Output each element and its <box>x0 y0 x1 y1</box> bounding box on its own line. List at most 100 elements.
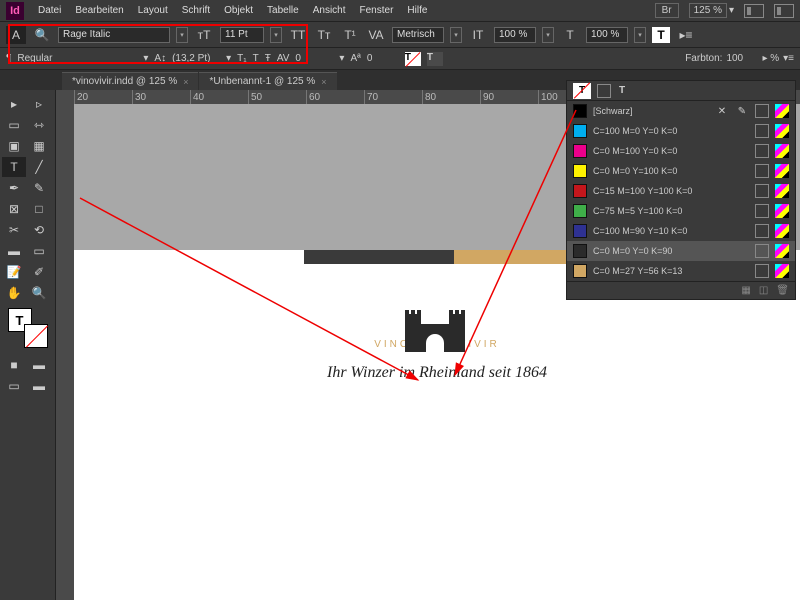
leading-field[interactable]: (13,2 Pt) <box>172 53 220 64</box>
menu-objekt[interactable]: Objekt <box>224 5 253 16</box>
swatch-row[interactable]: C=100 M=90 Y=10 K=0 <box>567 221 795 241</box>
line-tool[interactable]: ╱ <box>27 157 51 177</box>
document-tab[interactable]: *Unbenannt-1 @ 125 %× <box>199 72 336 90</box>
baseline-field[interactable]: 0 <box>367 53 399 64</box>
vertical-ruler[interactable] <box>56 104 74 600</box>
gradient-feather-tool[interactable]: ▭ <box>27 241 51 261</box>
tint-field[interactable]: 100 <box>726 53 758 64</box>
zoom-tool[interactable]: 🔍 <box>27 283 51 303</box>
document-page[interactable]: VINOVIVIR Ihr Winzer im Rheinland seit 1… <box>74 250 800 600</box>
apply-gradient-icon[interactable]: ▬ <box>27 355 51 375</box>
swatches-panel: T T [Schwarz]✕✎C=100 M=0 Y=0 K=0C=0 M=10… <box>566 80 796 300</box>
swatch-row[interactable]: C=0 M=27 Y=56 K=13 <box>567 261 795 281</box>
pen-tool[interactable]: ✒ <box>2 178 26 198</box>
gap-tool[interactable]: ⇿ <box>27 115 51 135</box>
swatch-row[interactable]: C=75 M=5 Y=100 K=0 <box>567 201 795 221</box>
rectangle-tool[interactable]: □ <box>27 199 51 219</box>
text-fill-icon[interactable]: T <box>573 83 591 99</box>
global-swatch-icon <box>755 224 769 238</box>
note-tool[interactable]: 📝 <box>2 262 26 282</box>
delete-swatch-icon[interactable]: 🗑 <box>776 285 789 296</box>
screen-mode-icon[interactable] <box>744 4 764 18</box>
free-transform-tool[interactable]: ⟲ <box>27 220 51 240</box>
menu-layout[interactable]: Layout <box>138 5 168 16</box>
superscript-icon[interactable]: T¹ <box>340 26 360 44</box>
swatch-chip <box>573 144 587 158</box>
arrange-documents-icon[interactable] <box>774 4 794 18</box>
hand-tool[interactable]: ✋ <box>2 283 26 303</box>
fill-stroke-swatches[interactable]: T <box>8 308 48 348</box>
menu-bearbeiten[interactable]: Bearbeiten <box>75 5 123 16</box>
content-placer-tool[interactable]: ▦ <box>27 136 51 156</box>
menu-datei[interactable]: Datei <box>38 5 61 16</box>
font-size-field[interactable]: 11 Pt <box>220 27 264 43</box>
menu-ansicht[interactable]: Ansicht <box>313 5 346 16</box>
menu-fenster[interactable]: Fenster <box>360 5 394 16</box>
page-tool[interactable]: ▭ <box>2 115 26 135</box>
ruler-tick: 80 <box>422 90 480 104</box>
cmyk-mode-icon <box>775 144 789 158</box>
swatch-row[interactable]: C=15 M=100 Y=100 K=0 <box>567 181 795 201</box>
document-tab[interactable]: *vinovivir.indd @ 125 %× <box>62 72 198 90</box>
selection-tool[interactable]: ▸ <box>2 94 26 114</box>
eyedropper-tool[interactable]: ✐ <box>27 262 51 282</box>
cmyk-mode-icon <box>775 244 789 258</box>
formatting-text-icon[interactable]: T <box>619 85 625 96</box>
menu-tabelle[interactable]: Tabelle <box>267 5 299 16</box>
font-style-field[interactable]: Regular <box>17 53 137 64</box>
ruler-origin[interactable] <box>56 90 74 104</box>
gradient-swatch-tool[interactable]: ▬ <box>2 241 26 261</box>
new-swatch-button-icon[interactable]: ◫ <box>759 285 768 296</box>
bridge-button[interactable]: Br <box>655 3 679 18</box>
global-swatch-icon <box>755 264 769 278</box>
close-icon[interactable]: × <box>183 77 188 87</box>
character-format-icon[interactable]: A <box>6 26 26 44</box>
swatch-row[interactable]: C=100 M=0 Y=0 K=0 <box>567 121 795 141</box>
panel-menu-icon[interactable]: ▾≡ <box>783 53 794 64</box>
search-font-icon[interactable]: 🔍 <box>32 26 52 44</box>
type-tool[interactable]: T <box>2 157 26 177</box>
preview-view-icon[interactable]: ▬ <box>27 376 51 396</box>
swatch-row[interactable]: C=0 M=0 Y=100 K=0 <box>567 161 795 181</box>
global-swatch-icon <box>755 184 769 198</box>
ruler-tick: 50 <box>248 90 306 104</box>
direct-selection-tool[interactable]: ▹ <box>27 94 51 114</box>
content-collector-tool[interactable]: ▣ <box>2 136 26 156</box>
t-slash-icon[interactable]: T <box>405 52 421 66</box>
kerning-field[interactable]: Metrisch <box>392 27 444 43</box>
scale-x-field[interactable]: 100 % <box>494 27 536 43</box>
font-family-dropdown-icon[interactable]: ▾ <box>176 27 188 43</box>
control-menu-icon[interactable]: ▸≡ <box>676 26 696 44</box>
zoom-level-dropdown[interactable]: 125 %▾ <box>689 3 734 18</box>
menu-schrift[interactable]: Schrift <box>182 5 210 16</box>
swatch-row[interactable]: C=0 M=100 Y=0 K=0 <box>567 141 795 161</box>
text-stroke-icon[interactable] <box>597 84 611 98</box>
fill-text-icon[interactable]: T <box>652 27 670 43</box>
t-stroke-icon[interactable]: T <box>427 52 443 66</box>
scissors-tool[interactable]: ✂ <box>2 220 26 240</box>
close-icon[interactable]: × <box>321 77 326 87</box>
leading-icon: A↕ <box>154 53 166 64</box>
pencil-tool[interactable]: ✎ <box>27 178 51 198</box>
menu-hilfe[interactable]: Hilfe <box>407 5 427 16</box>
paragraph-format-icon[interactable]: ¶ <box>6 53 11 64</box>
ruler-tick: 20 <box>74 90 132 104</box>
new-swatch-icon[interactable]: ▦ <box>741 285 750 296</box>
small-caps-icon[interactable]: Tᴛ <box>314 26 334 44</box>
scale-y-field[interactable]: 100 % <box>586 27 628 43</box>
subscript-icon[interactable]: T₁ <box>237 53 246 64</box>
underline-icon[interactable]: T̲ <box>253 53 259 64</box>
swatch-chip <box>573 224 587 238</box>
stroke-swatch[interactable] <box>24 324 48 348</box>
rectangle-frame-tool[interactable]: ⊠ <box>2 199 26 219</box>
normal-view-icon[interactable]: ▭ <box>2 376 26 396</box>
registration-icon: ✎ <box>735 104 749 118</box>
font-family-field[interactable]: Rage Italic <box>58 27 170 43</box>
swatch-row[interactable]: [Schwarz]✕✎ <box>567 101 795 121</box>
all-caps-icon[interactable]: TT <box>288 26 308 44</box>
swatch-row[interactable]: C=0 M=0 Y=0 K=90 <box>567 241 795 261</box>
strikethrough-icon[interactable]: Ŧ <box>265 53 271 64</box>
tracking-field[interactable]: 0 <box>295 53 333 64</box>
apply-color-icon[interactable]: ■ <box>2 355 26 375</box>
global-swatch-icon <box>755 144 769 158</box>
